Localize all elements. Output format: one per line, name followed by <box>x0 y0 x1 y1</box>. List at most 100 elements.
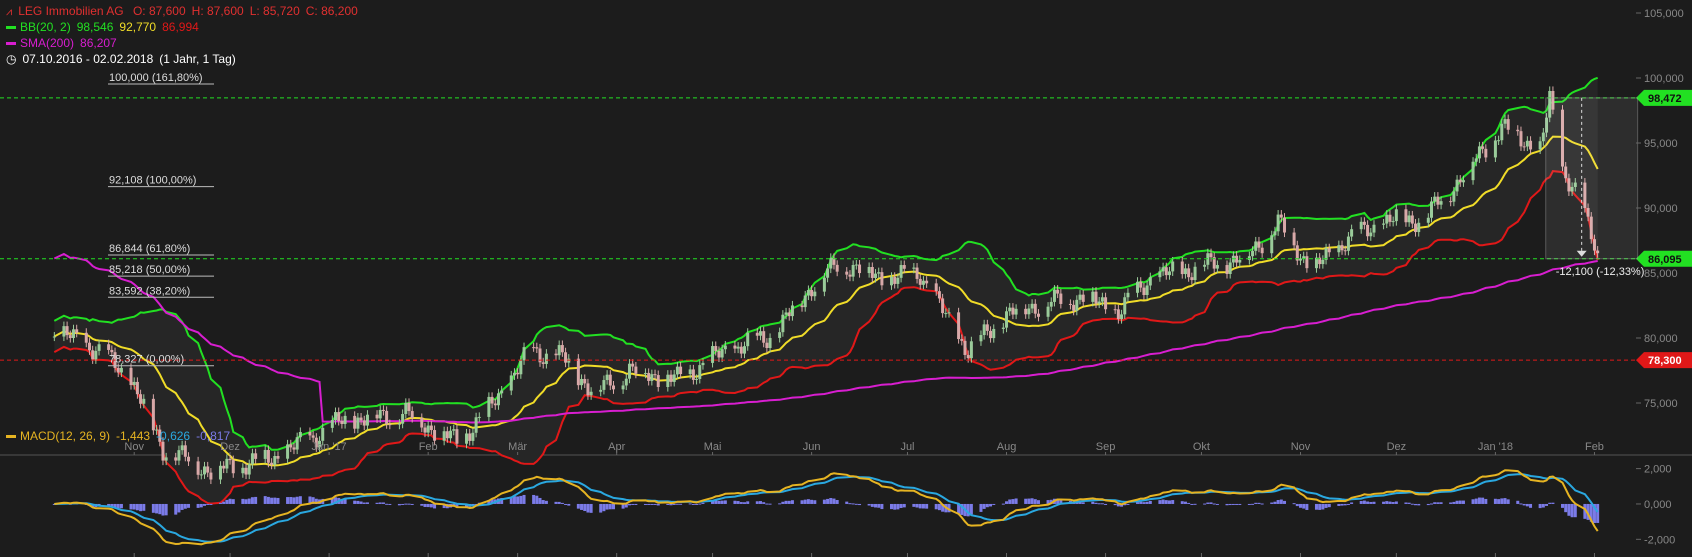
candle-body <box>845 271 849 275</box>
candle-body <box>218 465 222 480</box>
macd-histogram-bar <box>1011 499 1015 504</box>
candle-body <box>1506 119 1510 130</box>
high-value: H: 87,600 <box>191 4 244 18</box>
macd-histogram-bar <box>1340 503 1344 506</box>
candle-body <box>1407 215 1411 223</box>
candle-body <box>941 298 945 314</box>
candle-body <box>62 326 66 337</box>
macd-histogram-bar <box>1279 499 1283 504</box>
close-value: C: 86,200 <box>305 4 358 18</box>
macd-histogram-bar <box>826 498 830 504</box>
macd-histogram-bar <box>845 501 849 504</box>
macd-histogram-bar <box>1343 503 1347 506</box>
macd-histogram-bar <box>266 496 270 504</box>
candle-body <box>337 412 341 421</box>
macd-histogram-bar <box>1273 501 1277 504</box>
candle-body <box>292 447 296 450</box>
macd-histogram-bar <box>1346 503 1350 505</box>
candle-body <box>762 331 766 343</box>
fib-label: 83,592 (38,20%) <box>109 285 190 297</box>
candle-body <box>161 441 165 461</box>
candle-body <box>209 472 213 480</box>
macd-histogram-bar <box>161 503 165 516</box>
candle-body <box>979 335 983 342</box>
macd-histogram-bar <box>225 499 229 504</box>
candle-body <box>1120 314 1124 320</box>
macd-histogram-bar <box>1474 498 1478 504</box>
macd-histogram-bar <box>1538 503 1542 509</box>
candle-body <box>1350 229 1354 237</box>
candle-body <box>768 337 772 349</box>
macd-histogram-bar <box>538 497 542 504</box>
candle-body <box>985 324 989 331</box>
sma-legend: SMA(200) 86,207 <box>6 36 123 50</box>
macd-histogram-bar <box>560 502 564 504</box>
macd-histogram-bar <box>880 503 884 510</box>
macd-histogram-bar <box>787 500 791 504</box>
candle-body <box>608 374 612 386</box>
candle-body <box>71 329 75 339</box>
candle-body <box>695 378 699 380</box>
macd-histogram-bar <box>516 496 520 504</box>
candle-body <box>84 332 88 343</box>
macd-histogram-bar <box>870 503 874 507</box>
candle-body <box>666 374 670 388</box>
macd-histogram-bar <box>829 497 833 504</box>
macd-histogram-bar <box>1254 502 1258 504</box>
candle-body <box>308 432 312 436</box>
candle-body <box>810 290 814 297</box>
macd-histogram-bar <box>1104 503 1108 505</box>
bb-label: BB(20, 2) <box>20 20 71 34</box>
macd-histogram-bar <box>222 501 226 504</box>
candle-body <box>1091 291 1095 302</box>
macd-histogram-bar <box>263 496 267 504</box>
macd-histogram-bar <box>1407 502 1411 504</box>
macd-histogram-bar <box>378 502 382 504</box>
candle-body <box>1343 250 1347 252</box>
macd-histogram-bar <box>666 503 670 505</box>
price-axis: 75,000 80,000 85,000 90,000 95,000 100,000 105… <box>1636 8 1684 410</box>
candle-body <box>896 277 900 284</box>
sma-label: SMA(200) <box>20 36 75 50</box>
candle-body <box>132 381 136 386</box>
macd-histogram-bar <box>158 503 162 515</box>
candle-body <box>68 335 72 339</box>
candle-body <box>889 276 893 286</box>
fib-label: 85,218 (50,00%) <box>109 264 190 276</box>
macd-histogram-bar <box>1251 503 1255 505</box>
candle-body <box>813 291 817 297</box>
candle-body <box>353 415 357 429</box>
candle-body <box>107 344 111 350</box>
macd-histogram-bar <box>174 503 178 515</box>
macd-histogram-bar <box>1005 501 1009 504</box>
candle-body <box>97 344 101 351</box>
candle-body <box>1337 245 1341 253</box>
candle-body <box>966 355 970 359</box>
macd-histogram-bar <box>650 503 654 505</box>
candle-body <box>1225 265 1229 274</box>
candle-body <box>963 340 967 356</box>
candle-body <box>266 449 270 463</box>
macd-histogram-bar <box>554 501 558 504</box>
candle-body <box>343 415 347 425</box>
sma-value: 86,207 <box>80 36 117 50</box>
macd-histogram-bar <box>1388 501 1392 504</box>
macd-histogram-bar <box>404 503 408 505</box>
candle-body <box>449 430 453 439</box>
macd-histogram-bar <box>209 503 213 505</box>
macd-histogram-bar <box>1001 503 1005 505</box>
candle-body <box>1292 232 1296 246</box>
candle-body <box>1519 131 1523 147</box>
macd-histogram-bar <box>877 503 881 508</box>
macd-histogram-bar <box>679 503 683 505</box>
time-tick-label: Mai <box>704 441 722 453</box>
candle-body <box>877 272 881 274</box>
macd-histogram-bar <box>1190 503 1194 505</box>
low-value: L: 85,720 <box>249 4 300 18</box>
macd-histogram-bar <box>1295 503 1299 507</box>
interval-label: (1 Jahr, 1 Tag) <box>159 52 236 66</box>
macd-histogram-bar <box>365 502 369 504</box>
candle-body <box>1503 119 1507 124</box>
candle-body <box>362 420 366 426</box>
candle-body <box>653 374 657 376</box>
